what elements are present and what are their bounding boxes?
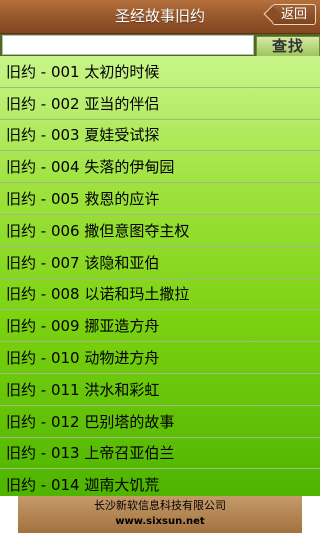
company-name: 长沙新软信息科技有限公司 — [94, 499, 226, 512]
list-item[interactable]: 旧约 - 006 撒但意图夺主权 — [0, 215, 320, 247]
website-link[interactable]: www.sixsun.net — [18, 514, 302, 530]
list-item[interactable]: 旧约 - 014 迦南大饥荒 — [0, 469, 320, 496]
search-button[interactable]: 查找 — [256, 36, 320, 57]
back-button[interactable]: 返回 — [272, 4, 316, 25]
list-item[interactable]: 旧约 - 003 夏娃受试探 — [0, 120, 320, 152]
list-item[interactable]: 旧约 - 010 动物进方舟 — [0, 342, 320, 374]
list-item[interactable]: 旧约 - 008 以诺和玛土撒拉 — [0, 279, 320, 311]
list-item[interactable]: 旧约 - 013 上帝召亚伯兰 — [0, 438, 320, 470]
list-item[interactable]: 旧约 - 012 巴别塔的故事 — [0, 406, 320, 438]
story-list[interactable]: 旧约 - 001 太初的时候 旧约 - 002 亚当的伴侣 旧约 - 003 夏… — [0, 56, 320, 496]
list-item[interactable]: 旧约 - 001 太初的时候 — [0, 56, 320, 88]
footer-banner[interactable]: 长沙新软信息科技有限公司 www.sixsun.net — [18, 496, 302, 533]
search-bar: 查找 — [0, 34, 320, 57]
title-bar: 圣经故事旧约 返回 — [0, 0, 320, 34]
list-item[interactable]: 旧约 - 011 洪水和彩虹 — [0, 374, 320, 406]
list-item[interactable]: 旧约 - 004 失落的伊甸园 — [0, 151, 320, 184]
list-item[interactable]: 旧约 - 009 挪亚造方舟 — [0, 310, 320, 343]
list-item[interactable]: 旧约 - 007 该隐和亚伯 — [0, 247, 320, 279]
list-item[interactable]: 旧约 - 005 救恩的应许 — [0, 183, 320, 215]
search-input[interactable] — [2, 35, 254, 55]
list-item[interactable]: 旧约 - 002 亚当的伴侣 — [0, 88, 320, 120]
back-button-label: 返回 — [280, 7, 307, 22]
